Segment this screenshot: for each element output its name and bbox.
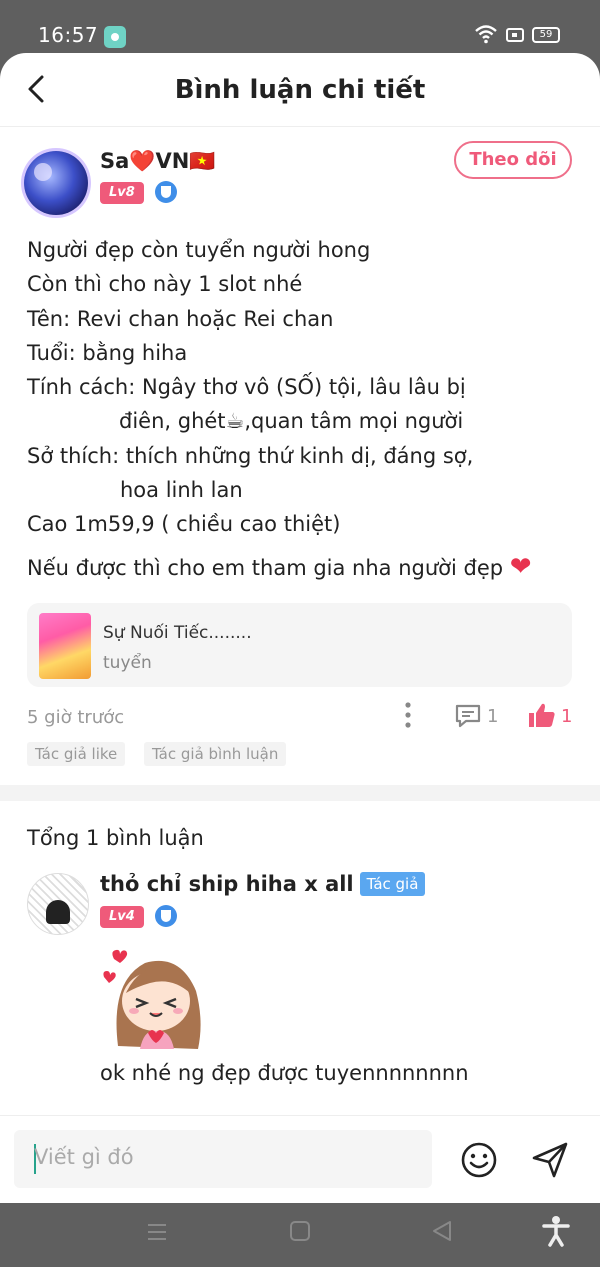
post-closing-line: Nếu được thì cho em tham gia nha người đ…	[27, 552, 532, 582]
heart-emoji-icon: ❤	[509, 552, 532, 582]
verified-shield-icon	[154, 905, 177, 927]
like-thumb-icon[interactable]	[527, 701, 557, 729]
level-badge: Lv8	[100, 182, 144, 204]
send-icon[interactable]	[530, 1140, 570, 1180]
post-line: hoa linh lan	[120, 478, 243, 503]
comment-icon[interactable]	[454, 703, 482, 729]
back-icon[interactable]	[430, 1219, 454, 1243]
quoted-post-card[interactable]: Sự Nuối Tiếc........ tuyển	[27, 603, 572, 687]
commenter-avatar[interactable]	[27, 873, 89, 935]
like-count: 1	[561, 706, 573, 727]
commenter-name[interactable]: thỏ chỉ ship hiha x all	[100, 872, 354, 896]
sim-icon	[506, 28, 524, 42]
comment-total: Tổng 1 bình luận	[27, 826, 204, 850]
post-line: điên, ghét☕,quan tâm mọi người	[119, 409, 464, 434]
post-line: Tính cách: Ngây thơ vô (SỐ) tội, lâu lâu…	[27, 375, 466, 400]
post-author-name[interactable]: Sa❤️VN🇻🇳	[100, 149, 215, 174]
commenter-name-row: thỏ chỉ ship hiha x all Tác giả	[100, 872, 426, 896]
wifi-icon	[475, 25, 497, 44]
menu-icon[interactable]	[146, 1221, 168, 1243]
post-line: Tên: Revi chan hoặc Rei chan	[27, 306, 334, 331]
quoted-post-subtitle: tuyển	[103, 653, 152, 673]
comment-input[interactable]: Viết gì đó	[14, 1130, 432, 1188]
home-icon[interactable]	[289, 1220, 311, 1242]
tag-author-liked: Tác giả like	[27, 742, 126, 766]
quoted-post-thumbnail	[39, 613, 91, 679]
post-time: 5 giờ trước	[27, 707, 125, 728]
closing-text: Nếu được thì cho em tham gia nha người đ…	[27, 556, 504, 580]
status-bar: 16:57 59	[0, 0, 600, 56]
post-line: Còn thì cho này 1 slot nhé	[27, 272, 303, 297]
comment-count: 1	[487, 706, 499, 727]
emoji-icon[interactable]	[460, 1141, 498, 1179]
page-title: Bình luận chi tiết	[174, 75, 426, 105]
post-line: Sở thích: thích những thứ kinh dị, đáng …	[27, 443, 474, 468]
comment-composer: Viết gì đó	[0, 1115, 600, 1204]
post-line: Tuổi: bằng hiha	[27, 340, 188, 365]
anime-girl-sticker	[103, 949, 201, 1049]
post-line: Cao 1m59,9 ( chiều cao thiệt)	[27, 512, 341, 537]
status-time: 16:57	[38, 23, 99, 47]
comment-detail-sheet: Bình luận chi tiết Sa❤️VN🇻🇳 Lv8 Theo dõi…	[0, 53, 600, 1203]
post-line: Người đẹp còn tuyển người hong	[27, 238, 371, 262]
comment-text: ok nhé ng đẹp được tuyennnnnnnn	[100, 1061, 469, 1085]
verified-shield-icon	[154, 181, 177, 203]
level-badge: Lv4	[100, 906, 144, 928]
battery-icon: 59	[532, 27, 560, 43]
more-options-icon[interactable]	[404, 701, 412, 729]
post-author-badges: Lv8	[100, 181, 177, 204]
author-tag-badge: Tác giả	[359, 872, 426, 896]
post-author-avatar[interactable]	[24, 151, 88, 215]
system-navigation-bar	[0, 1203, 600, 1267]
comment-input-placeholder: Viết gì đó	[34, 1145, 134, 1169]
quoted-post-title: Sự Nuối Tiếc........	[103, 623, 252, 643]
commenter-badges: Lv4	[100, 905, 177, 928]
section-divider	[0, 785, 600, 801]
tag-author-commented: Tác giả bình luận	[144, 742, 287, 766]
follow-button[interactable]: Theo dõi	[454, 141, 572, 179]
app-notification-icon	[104, 26, 126, 48]
header: Bình luận chi tiết	[0, 53, 600, 127]
post-content: Người đẹp còn tuyển người hong Còn thì c…	[27, 233, 473, 542]
accessibility-icon[interactable]	[541, 1215, 571, 1247]
